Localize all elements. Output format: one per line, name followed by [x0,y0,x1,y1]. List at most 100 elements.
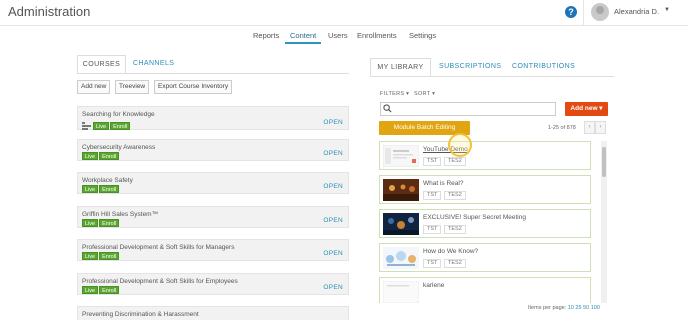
open-course-link[interactable]: OPEN [323,183,343,190]
course-card[interactable]: Preventing Discrimination & Harassment [77,306,349,320]
open-course-link[interactable]: OPEN [323,217,343,224]
enroll-badge: Enroll [99,185,120,193]
tag: TST [423,259,442,268]
image-thumbnail [383,179,419,201]
open-course-link[interactable]: OPEN [323,119,343,126]
live-badge: Live [82,185,99,193]
course-card[interactable]: Professional Development & Soft Skills f… [77,239,349,261]
course-card[interactable]: Cybersecurity Awareness Live Enroll OPEN [77,139,349,161]
course-card[interactable]: Searching for Knowledge Live Enroll OPEN [77,106,349,130]
enroll-badge: Enroll [99,219,120,227]
live-badge: Live [82,219,99,227]
library-item-title[interactable]: How do We Know? [423,248,478,255]
header-divider [583,0,584,26]
nav-users[interactable]: Users [328,31,348,40]
document-thumbnail [383,281,419,303]
search-input[interactable] [380,102,556,116]
tag: TST [423,225,442,234]
image-thumbnail [383,213,419,235]
course-title: Griffin Hill Sales System™ [82,211,159,218]
open-course-link[interactable]: OPEN [323,250,343,257]
add-new-course-button[interactable]: Add new [77,80,111,94]
export-course-inventory-button[interactable]: Export Course Inventory [154,80,233,94]
nav-reports[interactable]: Reports [253,31,279,40]
per-page-option-50[interactable]: 50 [583,305,589,311]
course-title: Professional Development & Soft Skills f… [82,278,238,285]
library-item-title[interactable]: What is Real? [423,180,463,187]
live-badge: Live [82,252,99,260]
avatar[interactable] [591,3,609,21]
course-title: Preventing Discrimination & Harassment [82,311,199,318]
click-highlight [448,133,472,157]
course-card[interactable]: Griffin Hill Sales System™ Live Enroll OP… [77,206,349,228]
course-title: Workplace Safety [82,177,133,184]
library-item-title[interactable]: EXCLUSIVE! Super Secret Meeting [423,214,526,221]
nav-active-indicator [285,42,321,44]
top-nav: Reports Content Users Enrollments Settin… [0,30,688,44]
live-badge: Live [82,286,99,294]
per-page-option-25[interactable]: 25 [575,305,581,311]
user-menu-name[interactable]: Alexandria D. [614,7,659,16]
open-course-link[interactable]: OPEN [323,150,343,157]
video-thumbnail [383,145,419,167]
library-item[interactable]: YouTube Demo TST TES2 [379,141,591,170]
tag: TST [423,157,442,166]
library-list: YouTube Demo TST TES2 What is Real? TST … [379,141,601,303]
chevron-down-icon[interactable]: ▼ [664,7,670,13]
list-icon [82,122,91,130]
per-page-option-10[interactable]: 10 [568,305,574,311]
tab-my-library[interactable]: MY LIBRARY [370,58,431,77]
enroll-badge: Enroll [110,122,131,130]
tag: TES2 [444,259,466,268]
nav-enrollments[interactable]: Enrollments [357,31,397,40]
library-item-title[interactable]: karlene [423,282,444,289]
course-badges: Live Enroll [82,286,120,294]
enroll-badge: Enroll [99,152,120,160]
live-badge: Live [82,152,99,160]
tag: TES2 [444,191,466,200]
tab-subscriptions[interactable]: SUBSCRIPTIONS [439,58,501,77]
page-title: Administration [8,4,91,19]
enroll-badge: Enroll [99,252,120,260]
prev-page-button[interactable]: ‹ [584,121,595,134]
course-badges: Live Enroll [82,122,131,130]
filters-dropdown[interactable]: FILTERS ▾ [380,91,409,97]
library-item[interactable]: What is Real? TST TES2 [379,175,591,204]
course-badges: Live Enroll [82,185,120,193]
left-tabs-divider [77,73,349,74]
app-header: Administration ? Alexandria D. ▼ [0,0,688,26]
open-course-link[interactable]: OPEN [323,284,343,291]
course-card[interactable]: Workplace Safety Live Enroll OPEN [77,172,349,194]
course-badges: Live Enroll [82,252,120,260]
course-title: Professional Development & Soft Skills f… [82,244,235,251]
nav-content[interactable]: Content [290,31,316,40]
library-scroll-thumb[interactable] [602,147,606,177]
sort-dropdown[interactable]: SORT ▾ [414,91,435,97]
per-page-option-100[interactable]: 100 [591,305,600,311]
tag: TES2 [444,157,466,166]
right-tabs-divider [370,76,614,77]
tag: TST [423,191,442,200]
question-circle-icon[interactable]: ? [565,6,577,18]
library-item[interactable]: EXCLUSIVE! Super Secret Meeting TST TES2 [379,209,591,238]
course-title: Cybersecurity Awareness [82,144,156,151]
per-page-label: Items per page: [528,305,567,311]
tab-contributions[interactable]: CONTRIBUTIONS [512,58,575,77]
nav-settings[interactable]: Settings [409,31,436,40]
library-item[interactable]: How do We Know? TST TES2 [379,243,591,272]
pagination-range: 1-25 of 878 [548,125,576,131]
tab-channels[interactable]: CHANNELS [133,55,174,74]
tag: TES2 [444,225,466,234]
search-icon [383,104,392,113]
live-badge: Live [93,122,110,130]
course-card[interactable]: Professional Development & Soft Skills f… [77,273,349,295]
image-thumbnail [383,247,419,269]
add-new-content-button[interactable]: Add new ▾ [565,102,608,116]
treeview-button[interactable]: Treeview [115,80,150,94]
library-item[interactable]: karlene [379,277,591,303]
course-title: Searching for Knowledge [82,111,155,118]
enroll-badge: Enroll [99,286,120,294]
next-page-button[interactable]: › [595,121,606,134]
course-badges: Live Enroll [82,152,120,160]
tab-courses[interactable]: COURSES [77,55,126,74]
